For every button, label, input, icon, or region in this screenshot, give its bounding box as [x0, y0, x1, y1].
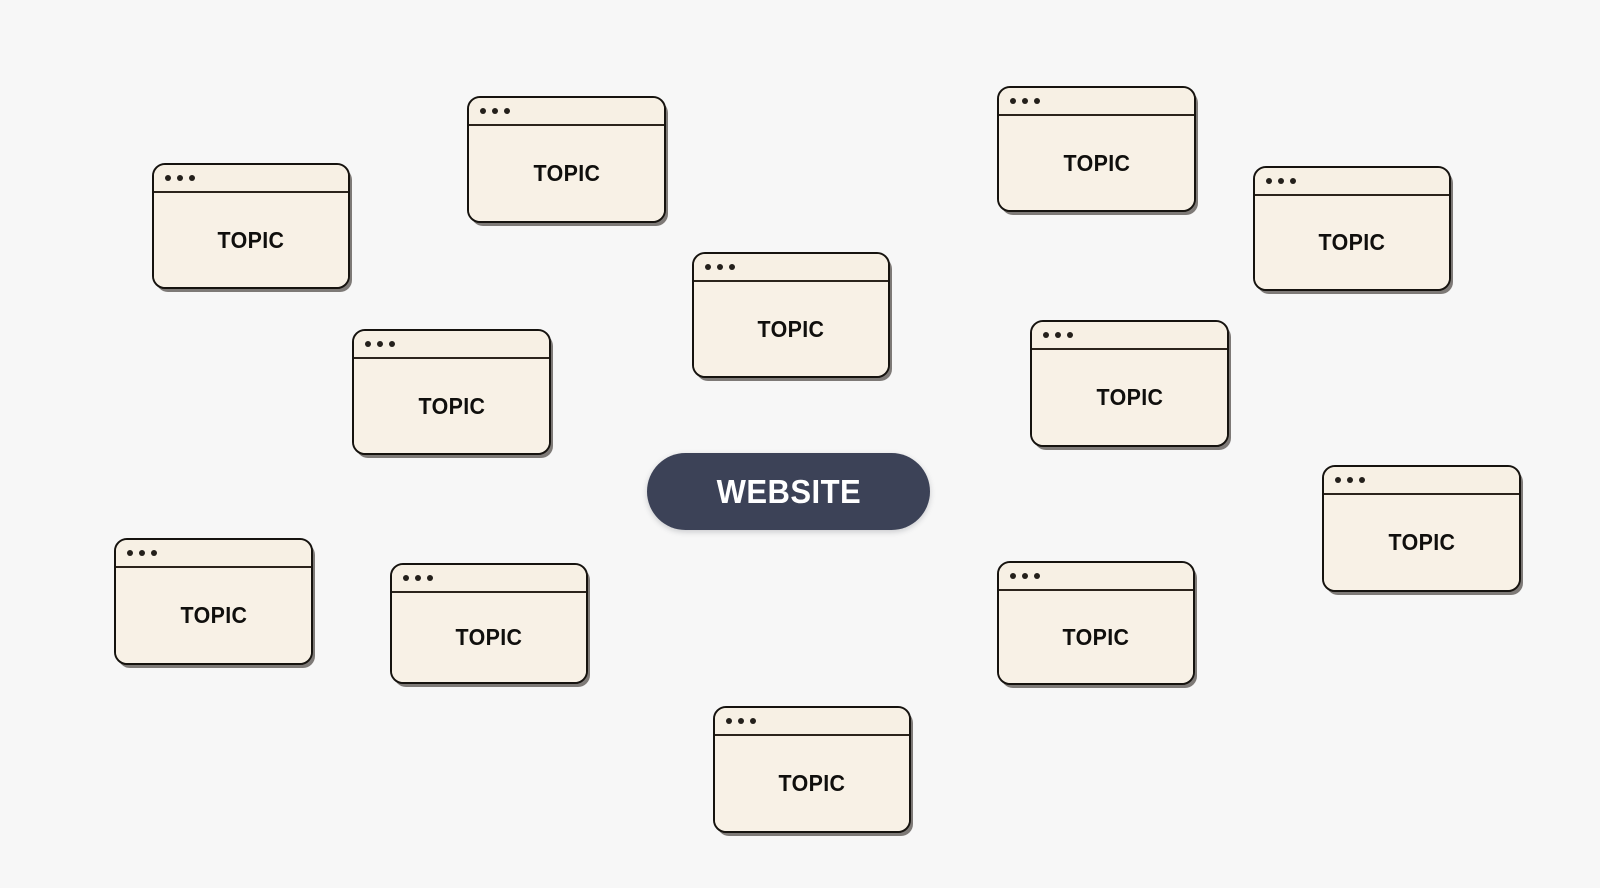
window-dot-icon [427, 575, 433, 581]
topic-card[interactable]: TOPIC [1322, 465, 1521, 592]
window-dot-icon [492, 108, 498, 114]
window-dot-icon [1034, 573, 1040, 579]
topic-card[interactable]: TOPIC [390, 563, 588, 684]
topic-card[interactable]: TOPIC [114, 538, 313, 665]
window-dot-icon [415, 575, 421, 581]
window-dot-icon [165, 175, 171, 181]
card-titlebar [999, 88, 1194, 116]
window-dot-icon [504, 108, 510, 114]
window-dot-icon [1010, 98, 1016, 104]
topic-card-label: TOPIC [1062, 623, 1130, 650]
topic-card-label: TOPIC [533, 160, 600, 186]
window-dot-icon [1043, 332, 1049, 338]
window-dot-icon [127, 550, 133, 556]
card-body: TOPIC [392, 593, 586, 682]
window-dot-icon [1335, 477, 1341, 483]
window-dot-icon [365, 341, 371, 347]
card-body: TOPIC [1255, 196, 1449, 289]
diagram-canvas: TOPIC TOPIC TOPIC TOPIC TOPIC TOPIC TOPI… [0, 0, 1600, 888]
card-body: TOPIC [1032, 350, 1227, 445]
window-dot-icon [189, 175, 195, 181]
card-titlebar [392, 565, 586, 593]
topic-card[interactable]: TOPIC [713, 706, 911, 833]
window-dot-icon [1022, 98, 1028, 104]
window-dot-icon [1266, 178, 1272, 184]
card-titlebar [694, 254, 888, 282]
card-titlebar [715, 708, 909, 736]
topic-card[interactable]: TOPIC [997, 86, 1196, 212]
card-body: TOPIC [715, 736, 909, 831]
window-dot-icon [1067, 332, 1073, 338]
window-dot-icon [1359, 477, 1365, 483]
window-dot-icon [177, 175, 183, 181]
website-hub-label: WEBSITE [716, 473, 861, 510]
topic-card-label: TOPIC [455, 624, 523, 650]
window-dot-icon [151, 550, 157, 556]
topic-card-label: TOPIC [418, 392, 485, 419]
window-dot-icon [377, 341, 383, 347]
card-titlebar [116, 540, 311, 568]
card-body: TOPIC [694, 282, 888, 376]
window-dot-icon [1278, 178, 1284, 184]
card-titlebar [469, 98, 664, 126]
window-dot-icon [139, 550, 145, 556]
topic-card-label: TOPIC [757, 315, 825, 342]
window-dot-icon [729, 264, 735, 270]
window-dot-icon [1347, 477, 1353, 483]
topic-card-label: TOPIC [180, 602, 247, 628]
window-dot-icon [726, 718, 732, 724]
window-dot-icon [705, 264, 711, 270]
card-titlebar [999, 563, 1193, 591]
window-dot-icon [738, 718, 744, 724]
website-hub-pill[interactable]: WEBSITE [647, 453, 930, 530]
topic-card[interactable]: TOPIC [997, 561, 1195, 685]
card-body: TOPIC [999, 591, 1193, 683]
card-body: TOPIC [116, 568, 311, 663]
topic-card-label: TOPIC [1388, 529, 1455, 555]
card-titlebar [1032, 322, 1227, 350]
card-body: TOPIC [154, 193, 348, 287]
card-titlebar [1255, 168, 1449, 196]
window-dot-icon [480, 108, 486, 114]
card-body: TOPIC [1324, 495, 1519, 590]
window-dot-icon [750, 718, 756, 724]
topic-card[interactable]: TOPIC [152, 163, 350, 289]
card-body: TOPIC [354, 359, 549, 453]
topic-card[interactable]: TOPIC [692, 252, 890, 378]
card-titlebar [154, 165, 348, 193]
window-dot-icon [389, 341, 395, 347]
card-body: TOPIC [469, 126, 664, 221]
topic-card-label: TOPIC [217, 226, 285, 253]
window-dot-icon [403, 575, 409, 581]
window-dot-icon [1290, 178, 1296, 184]
window-dot-icon [1055, 332, 1061, 338]
window-dot-icon [1034, 98, 1040, 104]
topic-card[interactable]: TOPIC [1253, 166, 1451, 291]
topic-card-label: TOPIC [778, 770, 846, 796]
window-dot-icon [1022, 573, 1028, 579]
topic-card-label: TOPIC [1318, 229, 1386, 255]
topic-card[interactable]: TOPIC [1030, 320, 1229, 447]
topic-card[interactable]: TOPIC [352, 329, 551, 455]
window-dot-icon [1010, 573, 1016, 579]
topic-card-label: TOPIC [1063, 149, 1130, 176]
window-dot-icon [717, 264, 723, 270]
card-body: TOPIC [999, 116, 1194, 210]
card-titlebar [354, 331, 549, 359]
topic-card[interactable]: TOPIC [467, 96, 666, 223]
card-titlebar [1324, 467, 1519, 495]
topic-card-label: TOPIC [1096, 384, 1163, 410]
